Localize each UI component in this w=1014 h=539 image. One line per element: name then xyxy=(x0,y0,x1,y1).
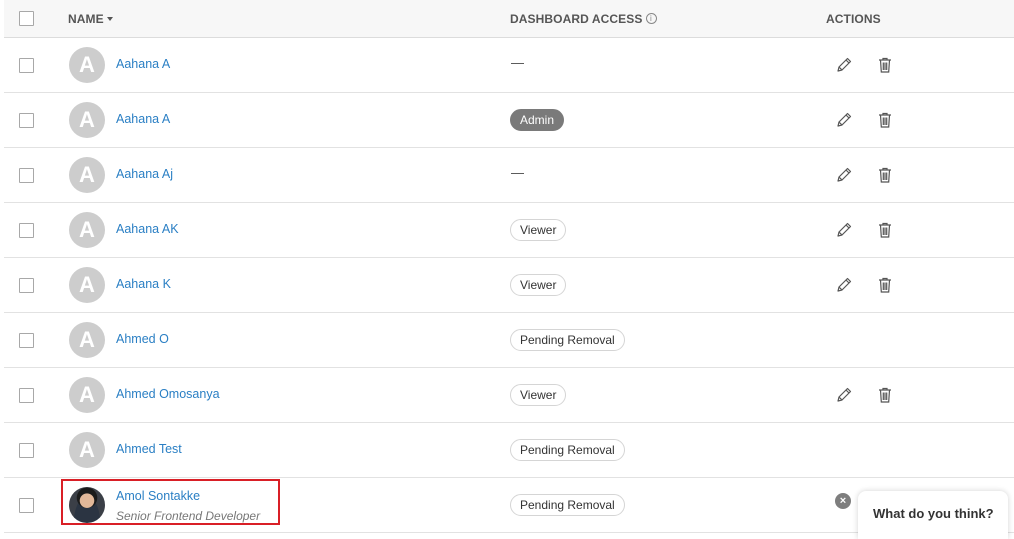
access-badge: Pending Removal xyxy=(510,439,625,461)
row-checkbox[interactable] xyxy=(19,168,34,183)
table-row: A Aahana A Admin xyxy=(4,93,1014,148)
user-name-link[interactable]: Ahmed Omosanya xyxy=(116,387,220,401)
avatar: A xyxy=(69,102,105,138)
avatar: A xyxy=(69,432,105,468)
user-title: Senior Frontend Developer xyxy=(116,509,261,523)
user-name-link[interactable]: Amol Sontakke xyxy=(116,489,200,503)
trash-icon[interactable] xyxy=(875,110,895,130)
table-row: A Aahana Aj — xyxy=(4,148,1014,203)
trash-icon[interactable] xyxy=(875,275,895,295)
access-badge: Pending Removal xyxy=(510,494,625,516)
name-header-label: NAME xyxy=(68,12,104,26)
table-row: A Ahmed Omosanya Viewer xyxy=(4,368,1014,423)
edit-pencil-icon[interactable] xyxy=(834,220,854,240)
row-checkbox[interactable] xyxy=(19,278,34,293)
close-icon[interactable]: × xyxy=(835,493,851,509)
avatar xyxy=(69,487,105,523)
user-name-link[interactable]: Aahana Aj xyxy=(116,167,173,181)
edit-pencil-icon[interactable] xyxy=(834,275,854,295)
avatar: A xyxy=(69,157,105,193)
table-row: A Ahmed Test Pending Removal xyxy=(4,423,1014,478)
sort-caret-icon xyxy=(106,16,113,21)
access-badge: Viewer xyxy=(510,219,567,241)
row-checkbox[interactable] xyxy=(19,333,34,348)
row-checkbox[interactable] xyxy=(19,58,34,73)
users-table: NAME DASHBOARD ACCESS i ACTIONS A Aahana … xyxy=(4,0,1014,533)
dashboard-access-column-header: DASHBOARD ACCESS i xyxy=(510,12,657,26)
table-row: A Aahana K Viewer xyxy=(4,258,1014,313)
edit-pencil-icon[interactable] xyxy=(834,165,854,185)
row-checkbox[interactable] xyxy=(19,498,34,513)
row-checkbox[interactable] xyxy=(19,223,34,238)
trash-icon[interactable] xyxy=(875,385,895,405)
row-checkbox[interactable] xyxy=(19,443,34,458)
avatar: A xyxy=(69,47,105,83)
no-access-dash: — xyxy=(511,165,524,180)
edit-pencil-icon[interactable] xyxy=(834,110,854,130)
access-badge: Viewer xyxy=(510,384,567,406)
trash-icon[interactable] xyxy=(875,220,895,240)
user-name-link[interactable]: Ahmed Test xyxy=(116,442,182,456)
table-row: A Aahana A — xyxy=(4,38,1014,93)
user-name-link[interactable]: Aahana A xyxy=(116,112,170,126)
access-badge: Viewer xyxy=(510,274,567,296)
avatar: A xyxy=(69,377,105,413)
avatar: A xyxy=(69,212,105,248)
row-checkbox[interactable] xyxy=(19,388,34,403)
trash-icon[interactable] xyxy=(875,165,895,185)
avatar: A xyxy=(69,322,105,358)
name-column-header[interactable]: NAME xyxy=(68,12,113,26)
avatar: A xyxy=(69,267,105,303)
actions-column-header: ACTIONS xyxy=(826,12,881,26)
user-name-link[interactable]: Aahana K xyxy=(116,277,171,291)
select-all-checkbox[interactable] xyxy=(19,11,34,26)
row-checkbox[interactable] xyxy=(19,113,34,128)
feedback-widget[interactable]: What do you think? xyxy=(858,491,1008,539)
user-name-link[interactable]: Aahana A xyxy=(116,57,170,71)
access-header-label: DASHBOARD ACCESS xyxy=(510,12,643,26)
table-row: A Aahana AK Viewer xyxy=(4,203,1014,258)
access-badge: Pending Removal xyxy=(510,329,625,351)
table-body: A Aahana A — A Aahana A Admin A Aahana A… xyxy=(4,38,1014,533)
no-access-dash: — xyxy=(511,55,524,70)
table-header: NAME DASHBOARD ACCESS i ACTIONS xyxy=(4,0,1014,38)
info-icon[interactable]: i xyxy=(645,13,657,25)
feedback-label: What do you think? xyxy=(873,506,994,521)
trash-icon[interactable] xyxy=(875,55,895,75)
edit-pencil-icon[interactable] xyxy=(834,385,854,405)
table-row: A Ahmed O Pending Removal xyxy=(4,313,1014,368)
user-name-link[interactable]: Aahana AK xyxy=(116,222,179,236)
access-badge: Admin xyxy=(510,109,565,131)
user-name-link[interactable]: Ahmed O xyxy=(116,332,169,346)
edit-pencil-icon[interactable] xyxy=(834,55,854,75)
